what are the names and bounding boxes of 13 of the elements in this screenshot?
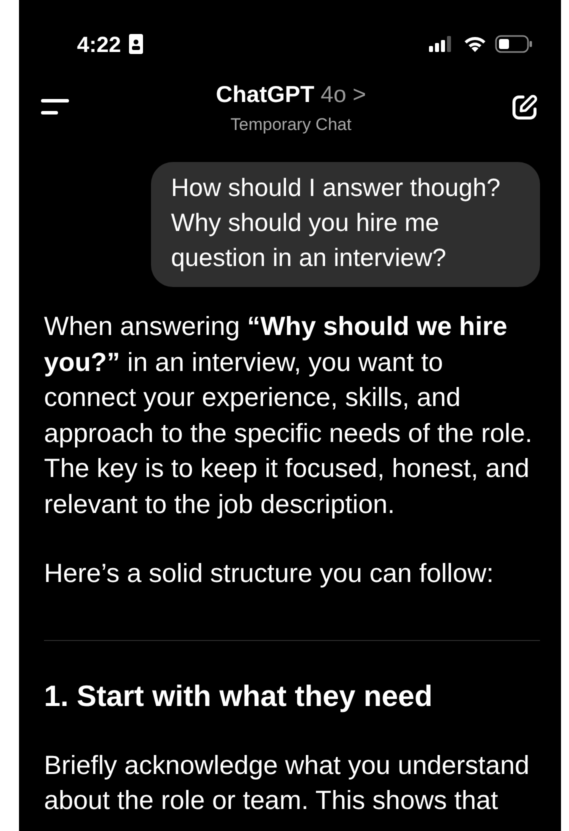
response-paragraph: When answering “Why should we hire you?” in an interview, you want to connect your experience, skills, and approach to the specific needs of the role. The key is to keep it focused, honest, and relevant to the job description.	[44, 310, 534, 520]
wifi-icon	[463, 36, 487, 52]
user-message: How should I answer though? Why should you hire me question in an interview?	[151, 162, 540, 287]
status-time: 4:22	[77, 30, 122, 58]
menu-icon[interactable]	[41, 97, 71, 117]
edit-icon[interactable]	[510, 93, 539, 121]
response-paragraph: Briefly acknowledge what you understand about the role or team. This shows that	[44, 748, 530, 818]
model-selector[interactable]: ChatGPT 4o >	[216, 77, 366, 112]
chat-subtitle: Temporary Chat	[230, 114, 352, 136]
section-heading: 1. Start with what they need	[44, 678, 434, 714]
id-card-icon	[129, 34, 144, 54]
battery-icon	[495, 35, 533, 53]
response-paragraph: Here’s a solid structure you can follow:	[44, 557, 495, 590]
